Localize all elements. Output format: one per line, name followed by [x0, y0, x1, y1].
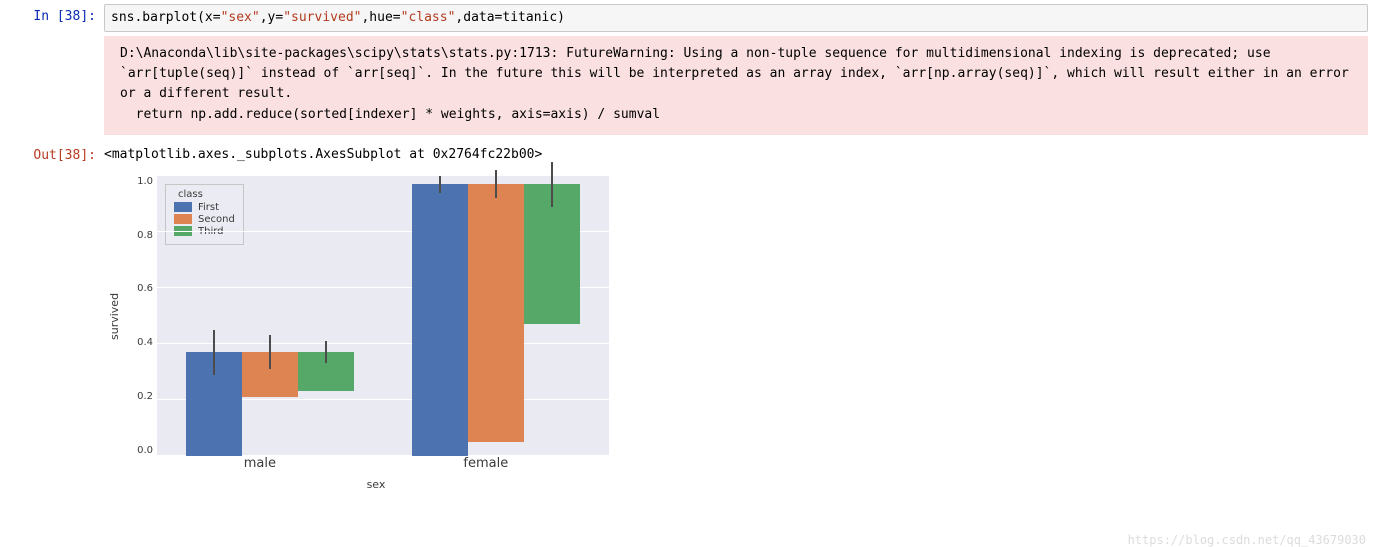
bar — [524, 184, 580, 324]
bar — [186, 352, 242, 456]
legend-swatch — [174, 214, 192, 224]
x-tick: male — [244, 456, 276, 471]
x-axis-label: sex — [150, 478, 602, 491]
bar — [242, 352, 298, 397]
output-prompt: Out[38]: — [0, 143, 104, 165]
y-axis: 1.0 0.8 0.6 0.4 0.2 0.0 — [125, 176, 157, 456]
error-bar — [439, 176, 441, 193]
code-cell[interactable]: sns.barplot(x="sex",y="survived",hue="cl… — [104, 4, 1368, 32]
bar-group — [412, 184, 580, 456]
y-tick: 0.0 — [125, 445, 153, 456]
error-bar — [495, 170, 497, 198]
error-bar — [551, 162, 553, 207]
error-bar — [325, 341, 327, 363]
legend-swatch — [174, 202, 192, 212]
plot-area: class First Second Third — [157, 176, 609, 456]
stderr-output: D:\Anaconda\lib\site-packages\scipy\stat… — [104, 36, 1368, 135]
legend: class First Second Third — [165, 184, 244, 245]
bar — [412, 184, 468, 456]
legend-item: Second — [174, 214, 235, 225]
watermark: https://blog.csdn.net/qq_43679030 — [1128, 533, 1366, 547]
error-bar — [269, 335, 271, 369]
bar-group — [186, 352, 354, 456]
error-bar — [213, 330, 215, 375]
output-repr: <matplotlib.axes._subplots.AxesSubplot a… — [104, 143, 1368, 166]
bar — [468, 184, 524, 442]
y-axis-label: survived — [104, 176, 125, 456]
input-prompt: In [38]: — [0, 4, 104, 26]
legend-title: class — [178, 189, 235, 200]
y-tick: 0.8 — [125, 230, 153, 241]
y-tick: 0.2 — [125, 391, 153, 402]
y-tick: 0.4 — [125, 337, 153, 348]
grid-line — [157, 175, 609, 176]
x-tick: female — [463, 456, 508, 471]
chart-figure: survived 1.0 0.8 0.6 0.4 0.2 0.0 class F… — [104, 176, 624, 491]
bar — [298, 352, 354, 391]
y-tick: 1.0 — [125, 176, 153, 187]
y-tick: 0.6 — [125, 283, 153, 294]
legend-item: First — [174, 202, 235, 213]
x-axis: male female — [150, 456, 602, 471]
